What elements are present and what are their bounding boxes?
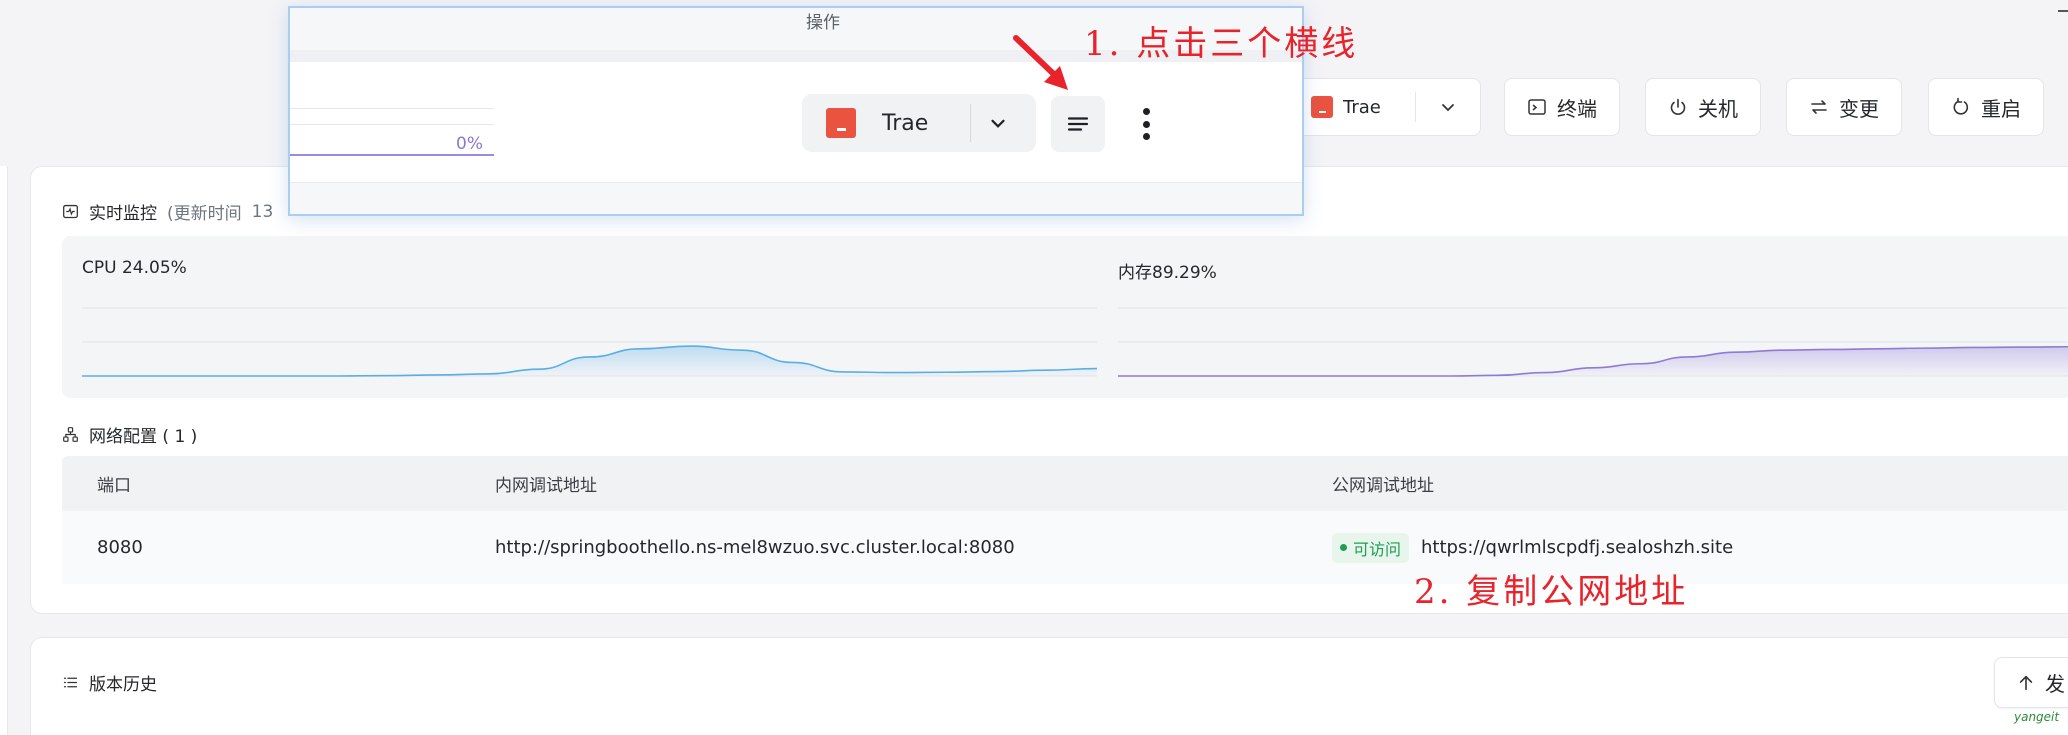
status-dot-icon	[1340, 544, 1347, 551]
restart-icon	[1953, 97, 1969, 115]
divider	[970, 104, 972, 142]
restart-label: 重启	[1981, 96, 2021, 121]
shutdown-label: 关机	[1698, 96, 1738, 121]
runtime-select[interactable]: Trae	[1292, 78, 1481, 136]
internal-address[interactable]: http://springboothello.ns-mel8wzuo.svc.c…	[495, 511, 1015, 584]
column-public: 公网调试地址	[1332, 476, 1434, 496]
list-icon	[63, 677, 78, 688]
cpu-chart	[82, 307, 1097, 377]
more-options-icon[interactable]	[1136, 104, 1156, 144]
change-label: 变更	[1839, 96, 1879, 121]
terminal-icon	[1528, 99, 1546, 115]
memory-chart	[1118, 307, 2068, 377]
table-header: 端口 内网调试地址 公网调试地址	[62, 456, 2068, 511]
history-title: 版本历史	[89, 675, 157, 695]
terminal-label: 终端	[1557, 96, 1597, 121]
restart-button[interactable]: 重启	[1928, 78, 2044, 136]
network-table: 端口 内网调试地址 公网调试地址 8080 http://springbooth…	[62, 456, 2068, 584]
sidebar-edge	[0, 166, 8, 735]
monitor-icon	[63, 204, 78, 219]
port-value: 8080	[97, 537, 143, 558]
red-arrow-icon	[1013, 35, 1068, 90]
progress-percent: 0%	[456, 134, 483, 154]
status-badge: 可访问	[1332, 532, 1410, 563]
chevron-down-icon[interactable]	[1438, 97, 1458, 117]
callout-footer-bg	[290, 182, 1302, 214]
network-icon	[63, 427, 78, 442]
step2-annotation: 2. 复制公网地址	[1414, 572, 1689, 612]
network-title: 网络配置 ( 1 )	[89, 427, 198, 447]
network-header: 网络配置 ( 1 )	[62, 422, 197, 447]
power-icon	[1670, 98, 1686, 115]
publish-label: 发	[2045, 672, 2065, 696]
change-button[interactable]: 变更	[1786, 78, 1902, 136]
series-area	[1118, 346, 2068, 376]
runtime-label-zoomed: Trae	[882, 110, 929, 136]
monitor-header: 实时监控 (更新时间 13	[62, 199, 273, 224]
update-time: 13	[251, 201, 274, 222]
window-minimize-icon[interactable]	[2058, 10, 2068, 12]
publish-button[interactable]: 发	[1994, 657, 2068, 708]
swap-icon	[1811, 100, 1827, 114]
shutdown-button[interactable]: 关机	[1645, 78, 1761, 136]
runtime-select-label: Trae	[1343, 96, 1381, 118]
column-internal: 内网调试地址	[495, 476, 597, 496]
public-address-link[interactable]: https://qwrlmlscpdfj.sealoshzh.site	[1421, 537, 1733, 558]
trae-logo-icon	[826, 108, 856, 138]
terminal-button[interactable]: 终端	[1504, 78, 1620, 136]
column-port: 端口	[97, 476, 131, 496]
hamburger-menu-button[interactable]	[1051, 96, 1105, 152]
progress-track-top	[290, 108, 494, 109]
history-header: 版本历史	[62, 670, 157, 695]
table-row: 8080 http://springboothello.ns-mel8wzuo.…	[62, 511, 2068, 584]
cpu-chart-label: CPU 24.05%	[82, 258, 187, 278]
progress-track-mid	[290, 124, 494, 125]
chevron-down-icon[interactable]	[987, 112, 1009, 134]
hamburger-icon	[1067, 117, 1089, 131]
divider	[1414, 92, 1416, 122]
progress-bar	[290, 154, 494, 156]
monitor-title: 实时监控	[89, 204, 157, 224]
arrow-up-icon	[2019, 675, 2033, 690]
update-prefix: (更新时间	[167, 204, 242, 224]
status-label: 可访问	[1353, 539, 1402, 559]
history-card	[30, 637, 2068, 735]
watermark: yangeit	[2014, 710, 2060, 724]
mem-chart-label: 内存89.29%	[1118, 263, 1217, 283]
runtime-select-zoomed[interactable]: Trae	[802, 94, 1036, 152]
step1-annotation: 1. 点击三个横线	[1084, 24, 1359, 64]
trae-logo-icon	[1311, 96, 1333, 118]
operations-column-title: 操作	[806, 13, 840, 33]
